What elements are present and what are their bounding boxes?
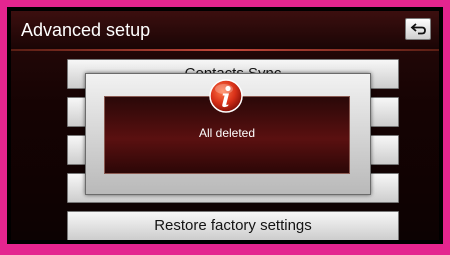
display-frame: Advanced setup Contacts Sync Delete all … [7, 7, 443, 244]
info-icon [209, 79, 243, 113]
restore-factory-settings-button[interactable]: Restore factory settings [67, 211, 399, 240]
header-divider [11, 49, 439, 51]
header-bar: Advanced setup [11, 11, 439, 49]
page-title: Advanced setup [21, 20, 151, 40]
back-button[interactable] [405, 18, 431, 40]
screen: Advanced setup Contacts Sync Delete all … [11, 11, 439, 240]
back-arrow-icon [410, 23, 426, 35]
dialog-message: All deleted [198, 126, 256, 140]
